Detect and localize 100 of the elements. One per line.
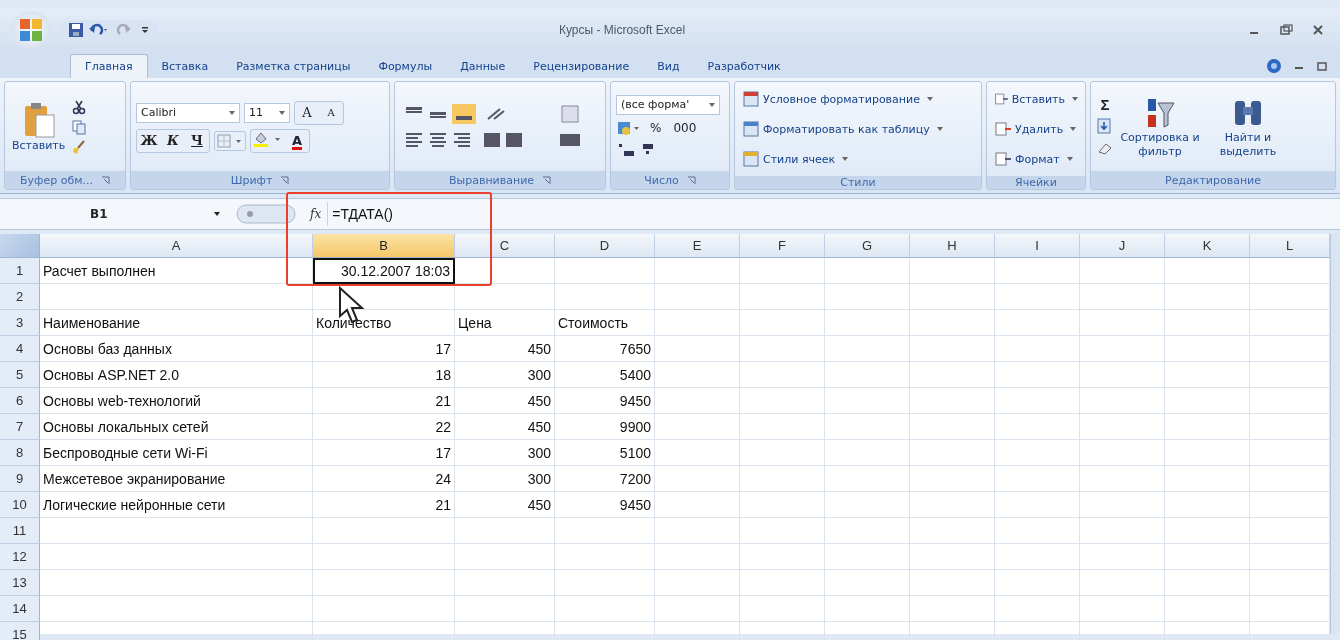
table-cell: 7650 <box>555 336 655 362</box>
underline-button[interactable]: Ч <box>185 129 209 152</box>
ribbon-tab[interactable]: Разметка страницы <box>222 54 365 78</box>
cells-icon <box>994 90 1009 108</box>
styles-menu-button[interactable]: Условное форматирование <box>740 86 976 112</box>
sort-filter-button[interactable]: Сортировка и фильтр <box>1118 95 1202 158</box>
save-icon[interactable] <box>68 22 84 38</box>
column-header[interactable]: E <box>655 234 740 258</box>
close-icon[interactable] <box>1310 23 1326 37</box>
table-cell: 5100 <box>555 440 655 466</box>
row-header[interactable]: 6 <box>0 388 40 414</box>
group-label: Ячейки <box>1015 176 1057 189</box>
office-button[interactable] <box>12 11 50 49</box>
row-header[interactable]: 11 <box>0 518 40 544</box>
column-header[interactable]: B <box>313 234 455 258</box>
cells-menu-button[interactable]: Удалить <box>992 116 1080 142</box>
row-header[interactable]: 2 <box>0 284 40 310</box>
row-header[interactable]: 12 <box>0 544 40 570</box>
table-cell: 9450 <box>555 492 655 518</box>
row-header[interactable]: 1 <box>0 258 40 284</box>
table-cell: 9900 <box>555 414 655 440</box>
percent-button[interactable]: % <box>646 120 666 135</box>
table-cell: Межсетевое экранирование <box>40 466 313 492</box>
table-cell: 21 <box>313 492 455 518</box>
help-icon[interactable] <box>1266 58 1282 74</box>
table-cell: 18 <box>313 362 455 388</box>
bold-button[interactable]: Ж <box>137 129 161 152</box>
ribbon-tab[interactable]: Формулы <box>364 54 447 78</box>
table-cell: Основы локальных сетей <box>40 414 313 440</box>
autosum-button[interactable]: Σ <box>1100 96 1110 113</box>
row-header[interactable]: 13 <box>0 570 40 596</box>
styles-menu-button[interactable]: Стили ячеек <box>740 146 976 172</box>
italic-button[interactable]: К <box>161 129 185 152</box>
table-cell: Наименование <box>40 310 313 336</box>
grow-font-button[interactable]: A <box>295 101 319 124</box>
ribbon-tab[interactable]: Вставка <box>147 54 223 78</box>
office-logo-icon <box>18 17 44 43</box>
row-header[interactable]: 10 <box>0 492 40 518</box>
column-header[interactable]: J <box>1080 234 1165 258</box>
name-box[interactable]: B1 <box>0 202 230 226</box>
row-header[interactable]: 15 <box>0 622 40 640</box>
brush-icon[interactable] <box>71 138 88 155</box>
styles-menu-button[interactable]: Форматировать как таблицу <box>740 116 976 142</box>
font-size-dropdown[interactable]: 11 <box>244 102 290 123</box>
table-cell: 22 <box>313 414 455 440</box>
row-header[interactable]: 5 <box>0 362 40 388</box>
table-cell: Основы web-технологий <box>40 388 313 414</box>
ribbon-tab[interactable]: Данные <box>446 54 520 78</box>
dialog-launcher-icon[interactable] <box>686 175 696 185</box>
column-header[interactable]: L <box>1250 234 1330 258</box>
row-header[interactable]: 3 <box>0 310 40 336</box>
find-select-button[interactable]: Найти и выделить <box>1206 95 1290 158</box>
restore-icon[interactable] <box>1278 23 1294 37</box>
dialog-launcher-icon[interactable] <box>280 175 290 185</box>
row-header[interactable]: 4 <box>0 336 40 362</box>
number-format-dropdown[interactable]: (все форма' <box>616 94 720 115</box>
column-header[interactable]: F <box>740 234 825 258</box>
group-label: Выравнивание <box>448 173 535 187</box>
column-header[interactable]: I <box>995 234 1080 258</box>
ribbon-tab[interactable]: Разработчик <box>693 54 795 78</box>
restore-icon[interactable] <box>1316 59 1330 73</box>
group-label: Стили <box>840 176 876 189</box>
font-name-dropdown[interactable]: Calibri <box>136 102 240 123</box>
cells-menu-button[interactable]: Вставить <box>992 86 1080 112</box>
row-header[interactable]: 14 <box>0 596 40 622</box>
fill-down-icon[interactable] <box>1096 117 1114 135</box>
undo-icon[interactable] <box>88 22 110 38</box>
row-header[interactable]: 9 <box>0 466 40 492</box>
table-cell: 300 <box>455 362 555 388</box>
column-header[interactable]: K <box>1165 234 1250 258</box>
table-cell: Стоимость <box>555 310 655 336</box>
shrink-font-button[interactable]: A <box>319 101 343 124</box>
row-header[interactable]: 7 <box>0 414 40 440</box>
table-cell: 300 <box>455 440 555 466</box>
column-header[interactable]: D <box>555 234 655 258</box>
formula-bar-handle-icon[interactable] <box>236 203 296 225</box>
group-label: Число <box>644 173 679 187</box>
column-header[interactable]: C <box>455 234 555 258</box>
paste-button[interactable]: Вставить <box>10 100 68 153</box>
table-cell: Основы баз данных <box>40 336 313 362</box>
cells-menu-button[interactable]: Формат <box>992 146 1080 172</box>
cells-icon <box>994 150 1012 168</box>
column-header[interactable]: A <box>40 234 313 258</box>
thousands-button[interactable]: 000 <box>669 120 701 135</box>
ribbon-tab[interactable]: Рецензирование <box>519 54 644 78</box>
column-header[interactable]: H <box>910 234 995 258</box>
table-cell: 5400 <box>555 362 655 388</box>
row-header[interactable]: 8 <box>0 440 40 466</box>
vertical-scrollbar[interactable] <box>1330 234 1340 634</box>
dialog-launcher-icon[interactable] <box>542 175 552 185</box>
dialog-launcher-icon[interactable] <box>101 175 110 185</box>
table-cell: 450 <box>455 414 555 440</box>
ribbon-tab[interactable]: Вид <box>643 54 694 78</box>
formula-field[interactable]: =ТДАТА() <box>327 202 1340 226</box>
table-cell: Основы ASP.NET 2.0 <box>40 362 313 388</box>
insert-function-button[interactable]: fx <box>310 207 322 221</box>
table-cell: 450 <box>455 336 555 362</box>
column-header[interactable]: G <box>825 234 910 258</box>
scissors-icon[interactable] <box>71 98 88 115</box>
ribbon-tab[interactable]: Главная <box>70 54 148 78</box>
